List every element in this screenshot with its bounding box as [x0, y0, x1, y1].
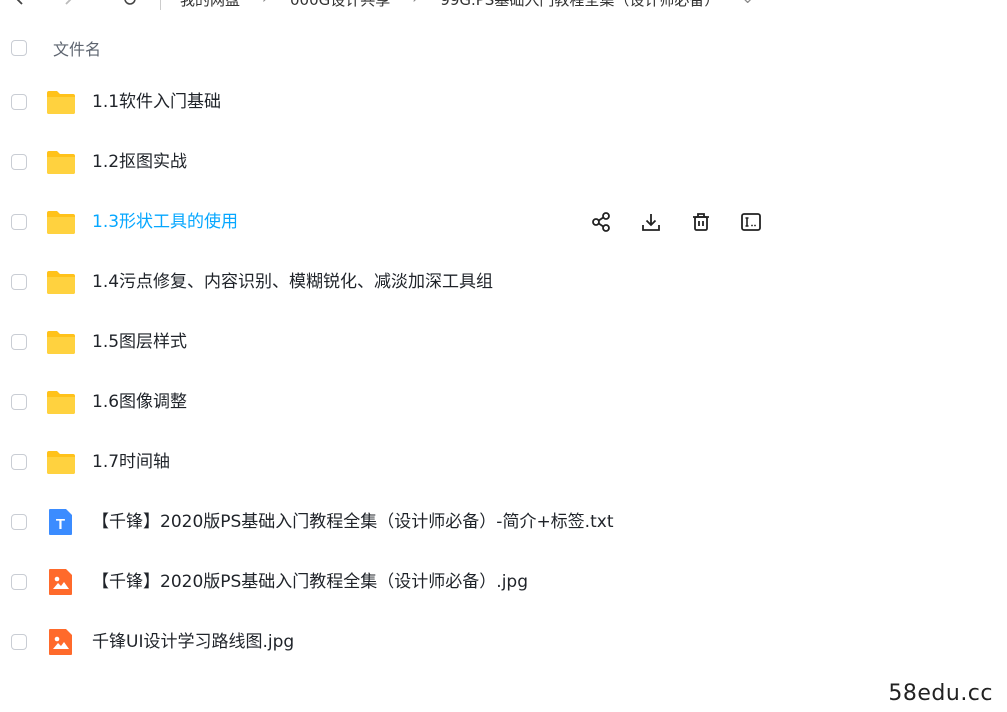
- row-checkbox[interactable]: [11, 274, 27, 290]
- file-manager-page: 我的网盘 › 000G设计共享 › 99G.PS基础入门教程全集（设计师必备） …: [0, 0, 1007, 712]
- svg-text:T: T: [56, 516, 65, 533]
- file-name[interactable]: 1.3形状工具的使用: [92, 210, 238, 234]
- file-name[interactable]: 1.4污点修复、内容识别、模糊锐化、减淡加深工具组: [92, 270, 493, 294]
- folder-row[interactable]: 1.2抠图实战: [0, 132, 1007, 192]
- folder-icon: [46, 328, 76, 356]
- folder-row[interactable]: 1.4污点修复、内容识别、模糊锐化、减淡加深工具组: [0, 252, 1007, 312]
- text-file-icon: T: [46, 508, 76, 536]
- file-name[interactable]: 千锋UI设计学习路线图.jpg: [92, 630, 294, 654]
- breadcrumb-item[interactable]: 99G.PS基础入门教程全集（设计师必备）: [440, 0, 719, 10]
- row-checkbox[interactable]: [11, 94, 27, 110]
- select-all-checkbox[interactable]: [11, 40, 27, 56]
- column-header-filename[interactable]: 文件名: [53, 36, 101, 60]
- folder-icon: [46, 448, 76, 476]
- row-checkbox[interactable]: [11, 154, 27, 170]
- row-checkbox[interactable]: [11, 454, 27, 470]
- folder-row[interactable]: 1.3形状工具的使用: [0, 192, 1007, 252]
- breadcrumb-item[interactable]: 我的网盘: [180, 0, 240, 10]
- row-checkbox[interactable]: [11, 634, 27, 650]
- file-name[interactable]: 1.6图像调整: [92, 390, 187, 414]
- image-file-icon: [46, 628, 76, 656]
- top-navigation-bar: 我的网盘 › 000G设计共享 › 99G.PS基础入门教程全集（设计师必备） …: [0, 0, 1007, 12]
- breadcrumb: 我的网盘 › 000G设计共享 › 99G.PS基础入门教程全集（设计师必备） …: [180, 0, 754, 10]
- file-row[interactable]: T 【千锋】2020版PS基础入门教程全集（设计师必备）-简介+标签.txt: [0, 492, 1007, 552]
- folder-icon: [46, 88, 76, 116]
- row-checkbox[interactable]: [11, 334, 27, 350]
- row-checkbox[interactable]: [11, 214, 27, 230]
- folder-row[interactable]: 1.5图层样式: [0, 312, 1007, 372]
- folder-icon: [46, 148, 76, 176]
- chevron-right-icon: ›: [262, 0, 268, 10]
- file-row[interactable]: 【千锋】2020版PS基础入门教程全集（设计师必备）.jpg: [0, 552, 1007, 612]
- watermark: 58edu.cc: [888, 681, 993, 706]
- row-checkbox[interactable]: [11, 574, 27, 590]
- share-icon[interactable]: [588, 209, 614, 235]
- file-name[interactable]: 【千锋】2020版PS基础入门教程全集（设计师必备）-简介+标签.txt: [92, 510, 613, 534]
- file-list-header: 文件名: [0, 28, 1007, 68]
- row-checkbox[interactable]: [11, 394, 27, 410]
- folder-icon: [46, 208, 76, 236]
- file-name[interactable]: 1.2抠图实战: [92, 150, 187, 174]
- chevron-right-icon: ›: [412, 0, 418, 10]
- back-arrow-icon[interactable]: [10, 0, 30, 9]
- folder-row[interactable]: 1.7时间轴: [0, 432, 1007, 492]
- breadcrumb-item[interactable]: 000G设计共享: [290, 0, 390, 10]
- divider: [160, 0, 161, 10]
- delete-icon[interactable]: [688, 209, 714, 235]
- file-name[interactable]: 1.5图层样式: [92, 330, 187, 354]
- download-icon[interactable]: [638, 209, 664, 235]
- file-name[interactable]: 1.7时间轴: [92, 450, 170, 474]
- folder-icon: [46, 388, 76, 416]
- file-name[interactable]: 【千锋】2020版PS基础入门教程全集（设计师必备）.jpg: [92, 570, 528, 594]
- image-file-icon: [46, 568, 76, 596]
- folder-icon: [46, 268, 76, 296]
- row-actions: [588, 209, 764, 235]
- refresh-icon[interactable]: [120, 0, 140, 9]
- file-row[interactable]: 千锋UI设计学习路线图.jpg: [0, 612, 1007, 672]
- forward-arrow-icon[interactable]: [58, 0, 78, 9]
- folder-row[interactable]: 1.1软件入门基础: [0, 72, 1007, 132]
- row-checkbox[interactable]: [11, 514, 27, 530]
- file-name[interactable]: 1.1软件入门基础: [92, 90, 221, 114]
- rename-icon[interactable]: [738, 209, 764, 235]
- chevron-down-icon[interactable]: ⌄: [741, 0, 754, 10]
- file-list: 1.1软件入门基础 1.2抠图实战 1.3形状工具的使用 1.4污点修复、内容识…: [0, 72, 1007, 672]
- folder-row[interactable]: 1.6图像调整: [0, 372, 1007, 432]
